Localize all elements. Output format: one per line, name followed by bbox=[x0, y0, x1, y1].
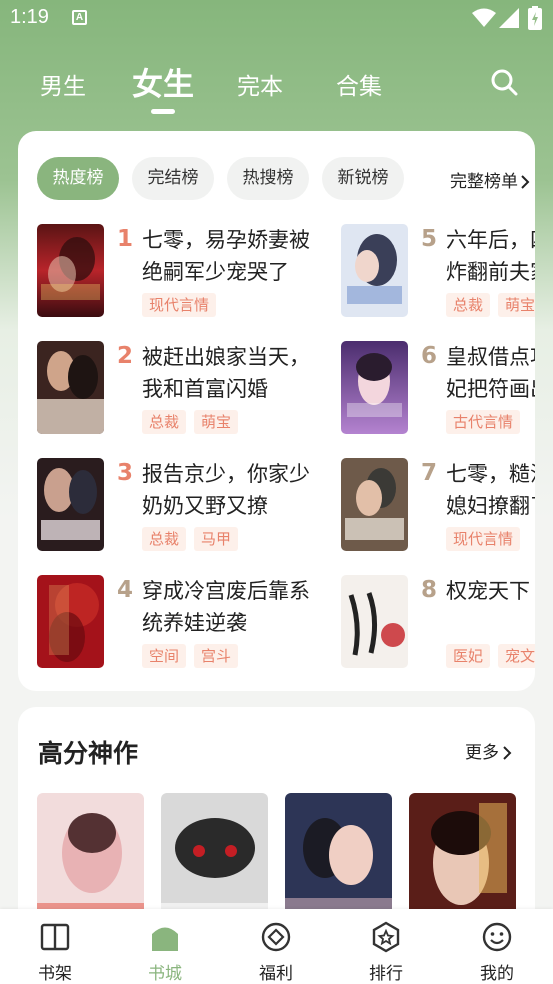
book-cover bbox=[341, 575, 408, 668]
rank-number: 6 bbox=[421, 343, 438, 369]
book-cover bbox=[341, 224, 408, 317]
tab-collection[interactable]: 合集 bbox=[336, 67, 382, 101]
book-title: 穿成冷宫废后靠系统养娃逆袭 bbox=[142, 579, 310, 635]
rank-number: 2 bbox=[117, 343, 134, 369]
chevron-right-icon bbox=[503, 746, 512, 760]
gift-diamond-icon bbox=[261, 922, 291, 952]
book-cover bbox=[37, 224, 104, 317]
home-icon bbox=[152, 927, 178, 951]
genre-tag: 宫斗 bbox=[194, 644, 239, 668]
status-time: 1:19 bbox=[10, 6, 49, 28]
rank-item[interactable]: 8 权宠天下 医妃 宠文 bbox=[341, 575, 535, 669]
chip-new[interactable]: 新锐榜 bbox=[322, 157, 404, 200]
nav-label: 书城 bbox=[148, 964, 182, 984]
status-bar: 1:19 A bbox=[0, 0, 553, 38]
bottom-navigation: 书架 书城 福利 排行 我的 bbox=[0, 909, 553, 984]
chip-finished[interactable]: 完结榜 bbox=[132, 157, 214, 200]
ranking-chip-row: 热度榜 完结榜 热搜榜 新锐榜 完整榜单 bbox=[37, 157, 535, 201]
section-title: 高分神作 bbox=[38, 739, 139, 768]
rank-item[interactable]: 1 七零，易孕娇妻被绝嗣军少宠哭了 现代言情 bbox=[37, 224, 327, 318]
top-tab-bar: 男生 女生 完本 合集 bbox=[0, 55, 553, 117]
nav-label: 排行 bbox=[369, 964, 403, 984]
book-cover bbox=[341, 458, 408, 551]
more-link[interactable]: 更多 bbox=[465, 738, 512, 763]
nav-bookstore[interactable]: 书城 bbox=[110, 909, 220, 984]
chip-hot-search[interactable]: 热搜榜 bbox=[227, 157, 309, 200]
book-title: 权宠天下 bbox=[446, 579, 530, 603]
search-icon[interactable] bbox=[490, 68, 518, 96]
chip-hot[interactable]: 热度榜 bbox=[37, 157, 119, 200]
book-icon bbox=[40, 923, 70, 951]
nav-label: 福利 bbox=[259, 964, 293, 984]
genre-tag: 医妃 bbox=[446, 644, 491, 668]
book-title: 七零，糙汉被作精媳妇撩翻了 bbox=[446, 462, 535, 518]
genre-tag: 宠文 bbox=[498, 644, 535, 668]
book-cover bbox=[341, 341, 408, 434]
wifi-icon bbox=[472, 8, 496, 27]
nav-profile[interactable]: 我的 bbox=[442, 909, 552, 984]
genre-tag: 总裁 bbox=[446, 293, 491, 317]
rank-number: 3 bbox=[117, 460, 134, 486]
book-cover bbox=[37, 458, 104, 551]
genre-tag: 总裁 bbox=[142, 527, 187, 551]
smiley-face-icon bbox=[482, 922, 512, 952]
notification-icon: A bbox=[72, 10, 87, 25]
genre-tag: 现代言情 bbox=[446, 527, 521, 551]
tab-completed[interactable]: 完本 bbox=[237, 67, 283, 101]
rank-item[interactable]: 3 报告京少，你家少奶奶又野又撩 总裁 马甲 bbox=[37, 458, 327, 552]
full-ranking-label: 完整榜单 bbox=[450, 172, 518, 192]
genre-tag: 萌宝 bbox=[194, 410, 239, 434]
book-title: 皇叔借点功德，王妃把符画出来了 bbox=[446, 345, 535, 401]
chevron-right-icon bbox=[521, 175, 530, 189]
tab-female[interactable]: 女生 bbox=[132, 59, 194, 104]
genre-tag: 现代言情 bbox=[142, 293, 217, 317]
nav-ranking[interactable]: 排行 bbox=[331, 909, 441, 984]
genre-tag: 萌宝 bbox=[498, 293, 535, 317]
rank-number: 4 bbox=[117, 577, 134, 603]
book-title: 六年后，四个幼崽炸翻前夫家 bbox=[446, 228, 535, 284]
rank-item[interactable]: 7 七零，糙汉被作精媳妇撩翻了 现代言情 bbox=[341, 458, 535, 552]
genre-tag: 空间 bbox=[142, 644, 187, 668]
nav-label: 我的 bbox=[480, 964, 514, 984]
battery-charging-icon bbox=[528, 6, 542, 30]
genre-tag: 总裁 bbox=[142, 410, 187, 434]
rank-number: 7 bbox=[421, 460, 438, 486]
genre-tag: 古代言情 bbox=[446, 410, 521, 434]
rank-item[interactable]: 5 六年后，四个幼崽炸翻前夫家 总裁萌宝 bbox=[341, 224, 535, 318]
book-title: 被赶出娘家当天，我和首富闪婚 bbox=[142, 345, 310, 401]
rank-number: 5 bbox=[421, 226, 438, 252]
star-badge-icon bbox=[372, 921, 400, 953]
book-title: 报告京少，你家少奶奶又野又撩 bbox=[142, 462, 310, 518]
rank-item[interactable]: 4 穿成冷宫废后靠系统养娃逆袭 空间 宫斗 bbox=[37, 575, 327, 669]
nav-welfare[interactable]: 福利 bbox=[221, 909, 331, 984]
nav-label: 书架 bbox=[38, 964, 72, 984]
full-ranking-link[interactable]: 完整榜单 bbox=[450, 167, 530, 192]
book-cover bbox=[37, 341, 104, 434]
active-tab-indicator bbox=[151, 109, 175, 114]
rank-number: 1 bbox=[117, 226, 134, 252]
genre-tag: 马甲 bbox=[194, 527, 239, 551]
book-title: 七零，易孕娇妻被绝嗣军少宠哭了 bbox=[142, 228, 310, 284]
more-label: 更多 bbox=[465, 743, 499, 763]
book-cover bbox=[37, 575, 104, 668]
rank-item[interactable]: 2 被赶出娘家当天，我和首富闪婚 总裁 萌宝 bbox=[37, 341, 327, 435]
ranking-card: 热度榜 完结榜 热搜榜 新锐榜 完整榜单 1 七零，易孕娇妻被绝嗣军少宠哭了 现… bbox=[18, 131, 535, 691]
nav-bookshelf[interactable]: 书架 bbox=[0, 909, 110, 984]
rank-item[interactable]: 6 皇叔借点功德，王妃把符画出来了 古代言情 bbox=[341, 341, 535, 435]
signal-icon bbox=[499, 8, 519, 28]
rank-number: 8 bbox=[421, 577, 438, 603]
tab-male[interactable]: 男生 bbox=[40, 67, 86, 101]
